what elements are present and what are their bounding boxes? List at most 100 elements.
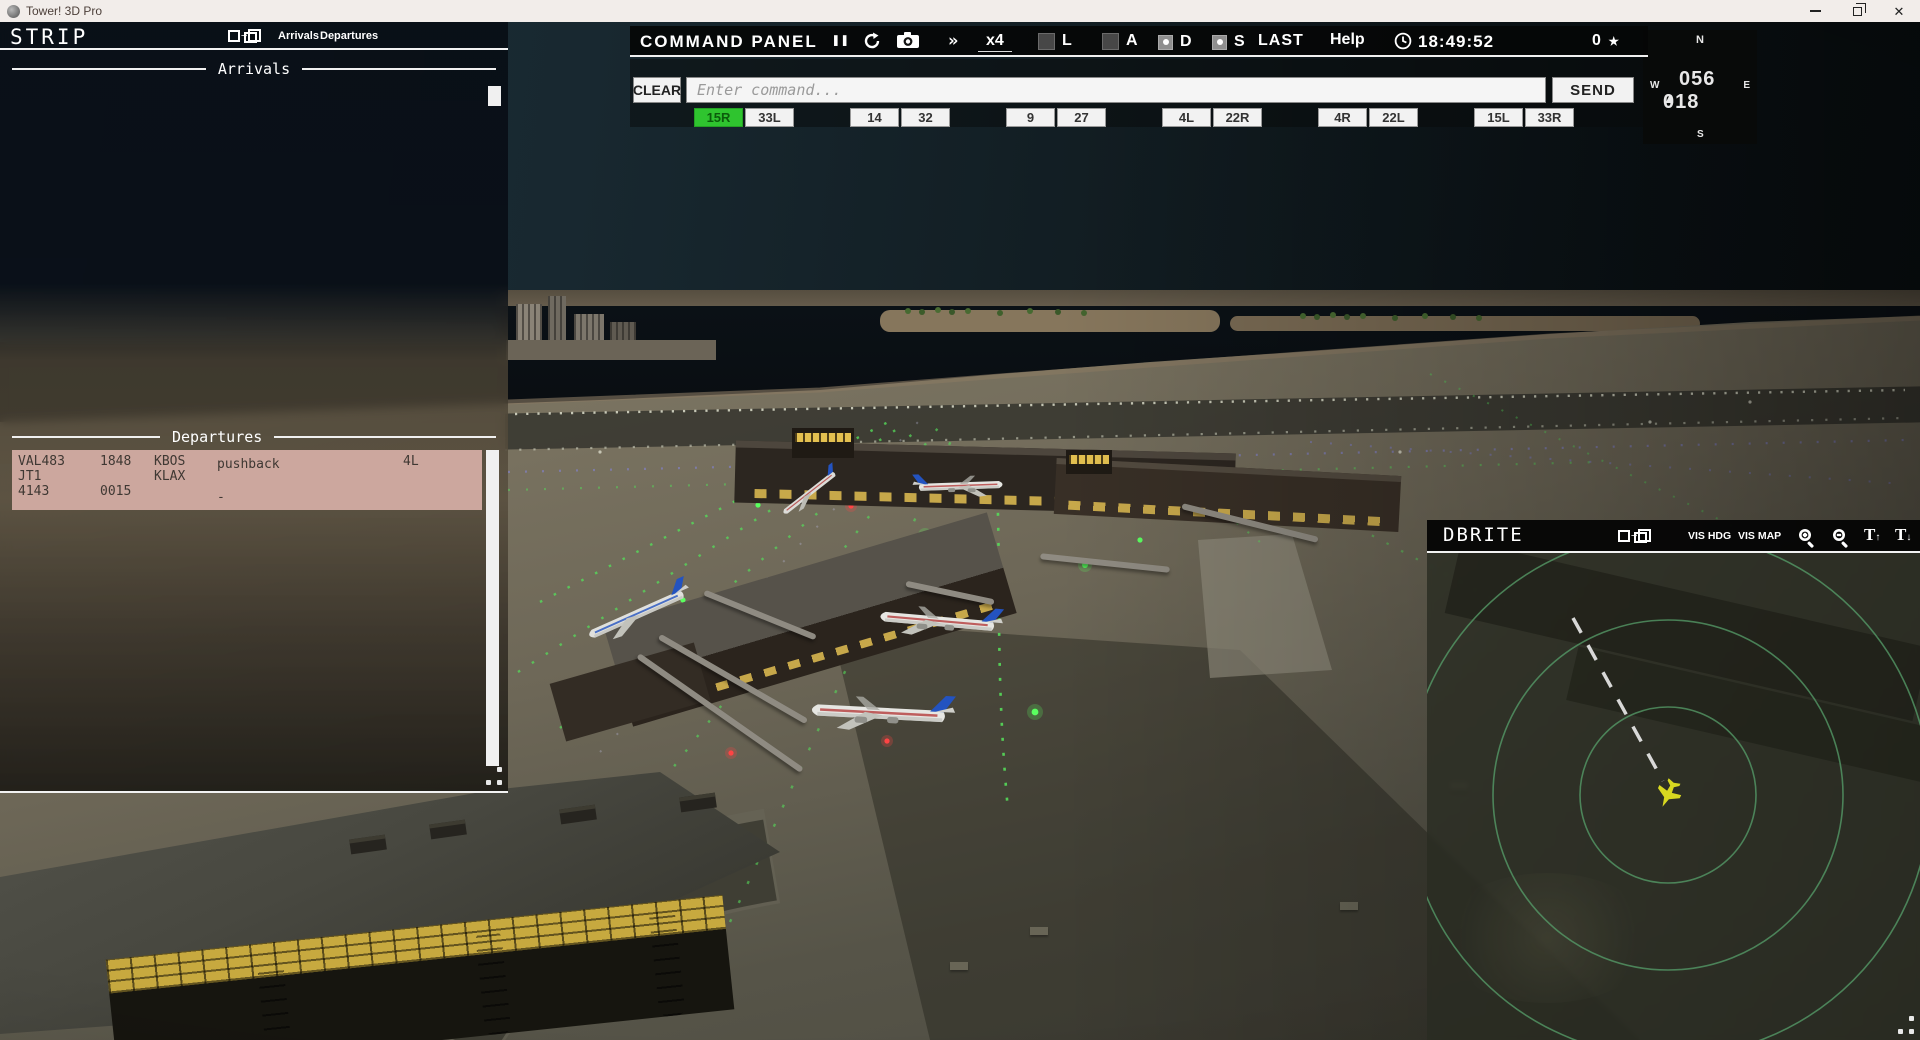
minimize-button[interactable] (1794, 0, 1836, 22)
send-button[interactable]: SEND (1552, 77, 1634, 103)
restore-button[interactable] (1836, 0, 1878, 22)
strip-panel-header: STRIP → Arrivals Departures (0, 22, 508, 50)
camera-pitch-value: 018 (1663, 91, 1699, 114)
tower3dpro-window: Tower! 3D Pro ✕ (0, 0, 1920, 1040)
strip-status-line3: - (217, 490, 225, 505)
runway-button-15R[interactable]: 15R (694, 108, 743, 127)
compass-widget[interactable]: N E S W 056 ▲018 (1643, 30, 1757, 144)
runway-button-32[interactable]: 32 (901, 108, 950, 127)
strip-panel: STRIP → Arrivals Departures Arrivals Dep… (0, 22, 508, 793)
radar-overlay (1427, 553, 1920, 1040)
strip-time: 1848 (100, 454, 131, 469)
terminal-tower-cab (1066, 450, 1112, 474)
camera-icon[interactable] (896, 31, 920, 49)
close-button[interactable]: ✕ (1878, 0, 1920, 22)
radar-display[interactable] (1427, 553, 1920, 1040)
aircraft-at-gate[interactable] (799, 683, 976, 742)
restore-icon (1853, 7, 1862, 16)
departures-scrollbar[interactable] (486, 450, 499, 766)
sim-speed-value[interactable]: x4 (978, 32, 1012, 52)
camera-heading-value: 056 (1679, 68, 1715, 91)
runway-button-9[interactable]: 9 (1006, 108, 1055, 127)
clock-icon (1394, 32, 1412, 50)
runway-button-4L[interactable]: 4L (1162, 108, 1211, 127)
arrivals-section-header: Arrivals (0, 60, 508, 78)
strip-origin: KBOS (154, 454, 185, 469)
terminal-tower-cab (792, 428, 854, 458)
tab-departures[interactable]: Departures (320, 30, 378, 42)
undock-window-icon[interactable]: → (228, 29, 261, 42)
rotate-view-icon[interactable] (862, 31, 882, 51)
dbrite-panel: DBRITE → VIS HDG VIS MAP T↑ T↓ (1427, 520, 1920, 1040)
strip-panel-title: STRIP (10, 25, 88, 49)
help-button[interactable]: Help (1330, 31, 1365, 49)
toggle-departures[interactable]: D (1158, 33, 1192, 51)
radar-aircraft-icon (1652, 776, 1686, 812)
app-icon (7, 5, 20, 18)
strip-destination: KLAX (154, 469, 185, 484)
departures-section-header: Departures (0, 428, 508, 446)
ground-equipment (1340, 902, 1358, 910)
flight-strip-VAL483[interactable]: VAL483 1848 KBOS pushback 4L JT1 KLAX 41… (12, 450, 482, 510)
runway-button-14[interactable]: 14 (850, 108, 899, 127)
strip-callsign: VAL483 (18, 454, 65, 469)
strip-slot: 0015 (100, 484, 131, 499)
strip-squawk: 4143 (18, 484, 49, 499)
command-input[interactable] (686, 77, 1546, 103)
dbrite-title: DBRITE (1443, 524, 1524, 546)
toggle-landing-box (1038, 33, 1055, 50)
zoom-in-icon[interactable] (1796, 526, 1818, 548)
compass-south: S (1697, 129, 1704, 140)
toggle-strips-box (1212, 35, 1227, 50)
runway-button-33R[interactable]: 33R (1525, 108, 1574, 127)
toggle-arrivals-box (1102, 33, 1119, 50)
ground-equipment (950, 962, 968, 970)
toggle-departures-box (1158, 35, 1173, 50)
aircraft-taxiing[interactable] (899, 468, 1010, 503)
toggle-strips[interactable]: S (1212, 33, 1245, 51)
minimize-icon (1810, 10, 1821, 12)
arrivals-scrollbar[interactable] (488, 86, 501, 106)
ground-equipment (1030, 927, 1048, 935)
runway-button-22L[interactable]: 22L (1369, 108, 1418, 127)
window-controls: ✕ (1794, 0, 1920, 22)
last-command-button[interactable]: LAST (1258, 32, 1304, 50)
tab-arrivals[interactable]: Arrivals (278, 30, 319, 42)
vis-map-button[interactable]: VIS MAP (1738, 530, 1781, 542)
text-size-decrease-icon[interactable]: T↓ (1895, 525, 1911, 545)
toggle-arrivals[interactable]: A (1102, 32, 1138, 50)
zoom-out-icon[interactable] (1830, 526, 1852, 548)
text-size-increase-icon[interactable]: T↑ (1864, 525, 1880, 545)
strip-flight-code: JT1 (18, 469, 41, 484)
score-value: 0 (1592, 32, 1601, 50)
departures-header-label: Departures (172, 428, 262, 446)
undock-window-icon[interactable]: → (1618, 529, 1651, 542)
radar-track-line (1573, 618, 1663, 781)
runway-button-33L[interactable]: 33L (745, 108, 794, 127)
toggle-landing[interactable]: L (1038, 32, 1072, 50)
runway-button-27[interactable]: 27 (1057, 108, 1106, 127)
dbrite-resize-grip[interactable] (1896, 1016, 1916, 1036)
arrivals-header-label: Arrivals (218, 60, 290, 78)
close-icon: ✕ (1894, 5, 1905, 18)
command-panel-header: COMMAND PANEL ❚❚ » x4 L A D (630, 26, 1648, 57)
runway-button-15L[interactable]: 15L (1474, 108, 1523, 127)
runway-button-4R[interactable]: 4R (1318, 108, 1367, 127)
sim-clock-time: 18:49:52 (1418, 32, 1494, 52)
strip-status: pushback (217, 457, 280, 472)
runway-button-22R[interactable]: 22R (1213, 108, 1262, 127)
fast-forward-icon[interactable]: » (948, 31, 958, 51)
dbrite-header: DBRITE → VIS HDG VIS MAP T↑ T↓ (1427, 520, 1920, 553)
command-panel-title: COMMAND PANEL (640, 32, 818, 52)
compass-west: W (1650, 80, 1659, 91)
strip-runway: 4L (403, 454, 419, 469)
clear-button[interactable]: CLEAR (633, 77, 681, 103)
window-title: Tower! 3D Pro (26, 4, 102, 18)
pause-button[interactable]: ❚❚ (832, 33, 850, 48)
command-panel: COMMAND PANEL ❚❚ » x4 L A D (630, 26, 1648, 127)
star-icon[interactable]: ★ (1608, 29, 1619, 51)
vis-hdg-button[interactable]: VIS HDG (1688, 530, 1731, 542)
compass-east: E (1743, 80, 1750, 91)
strip-panel-resize-grip[interactable] (484, 767, 504, 787)
compass-north: N (1696, 34, 1704, 46)
